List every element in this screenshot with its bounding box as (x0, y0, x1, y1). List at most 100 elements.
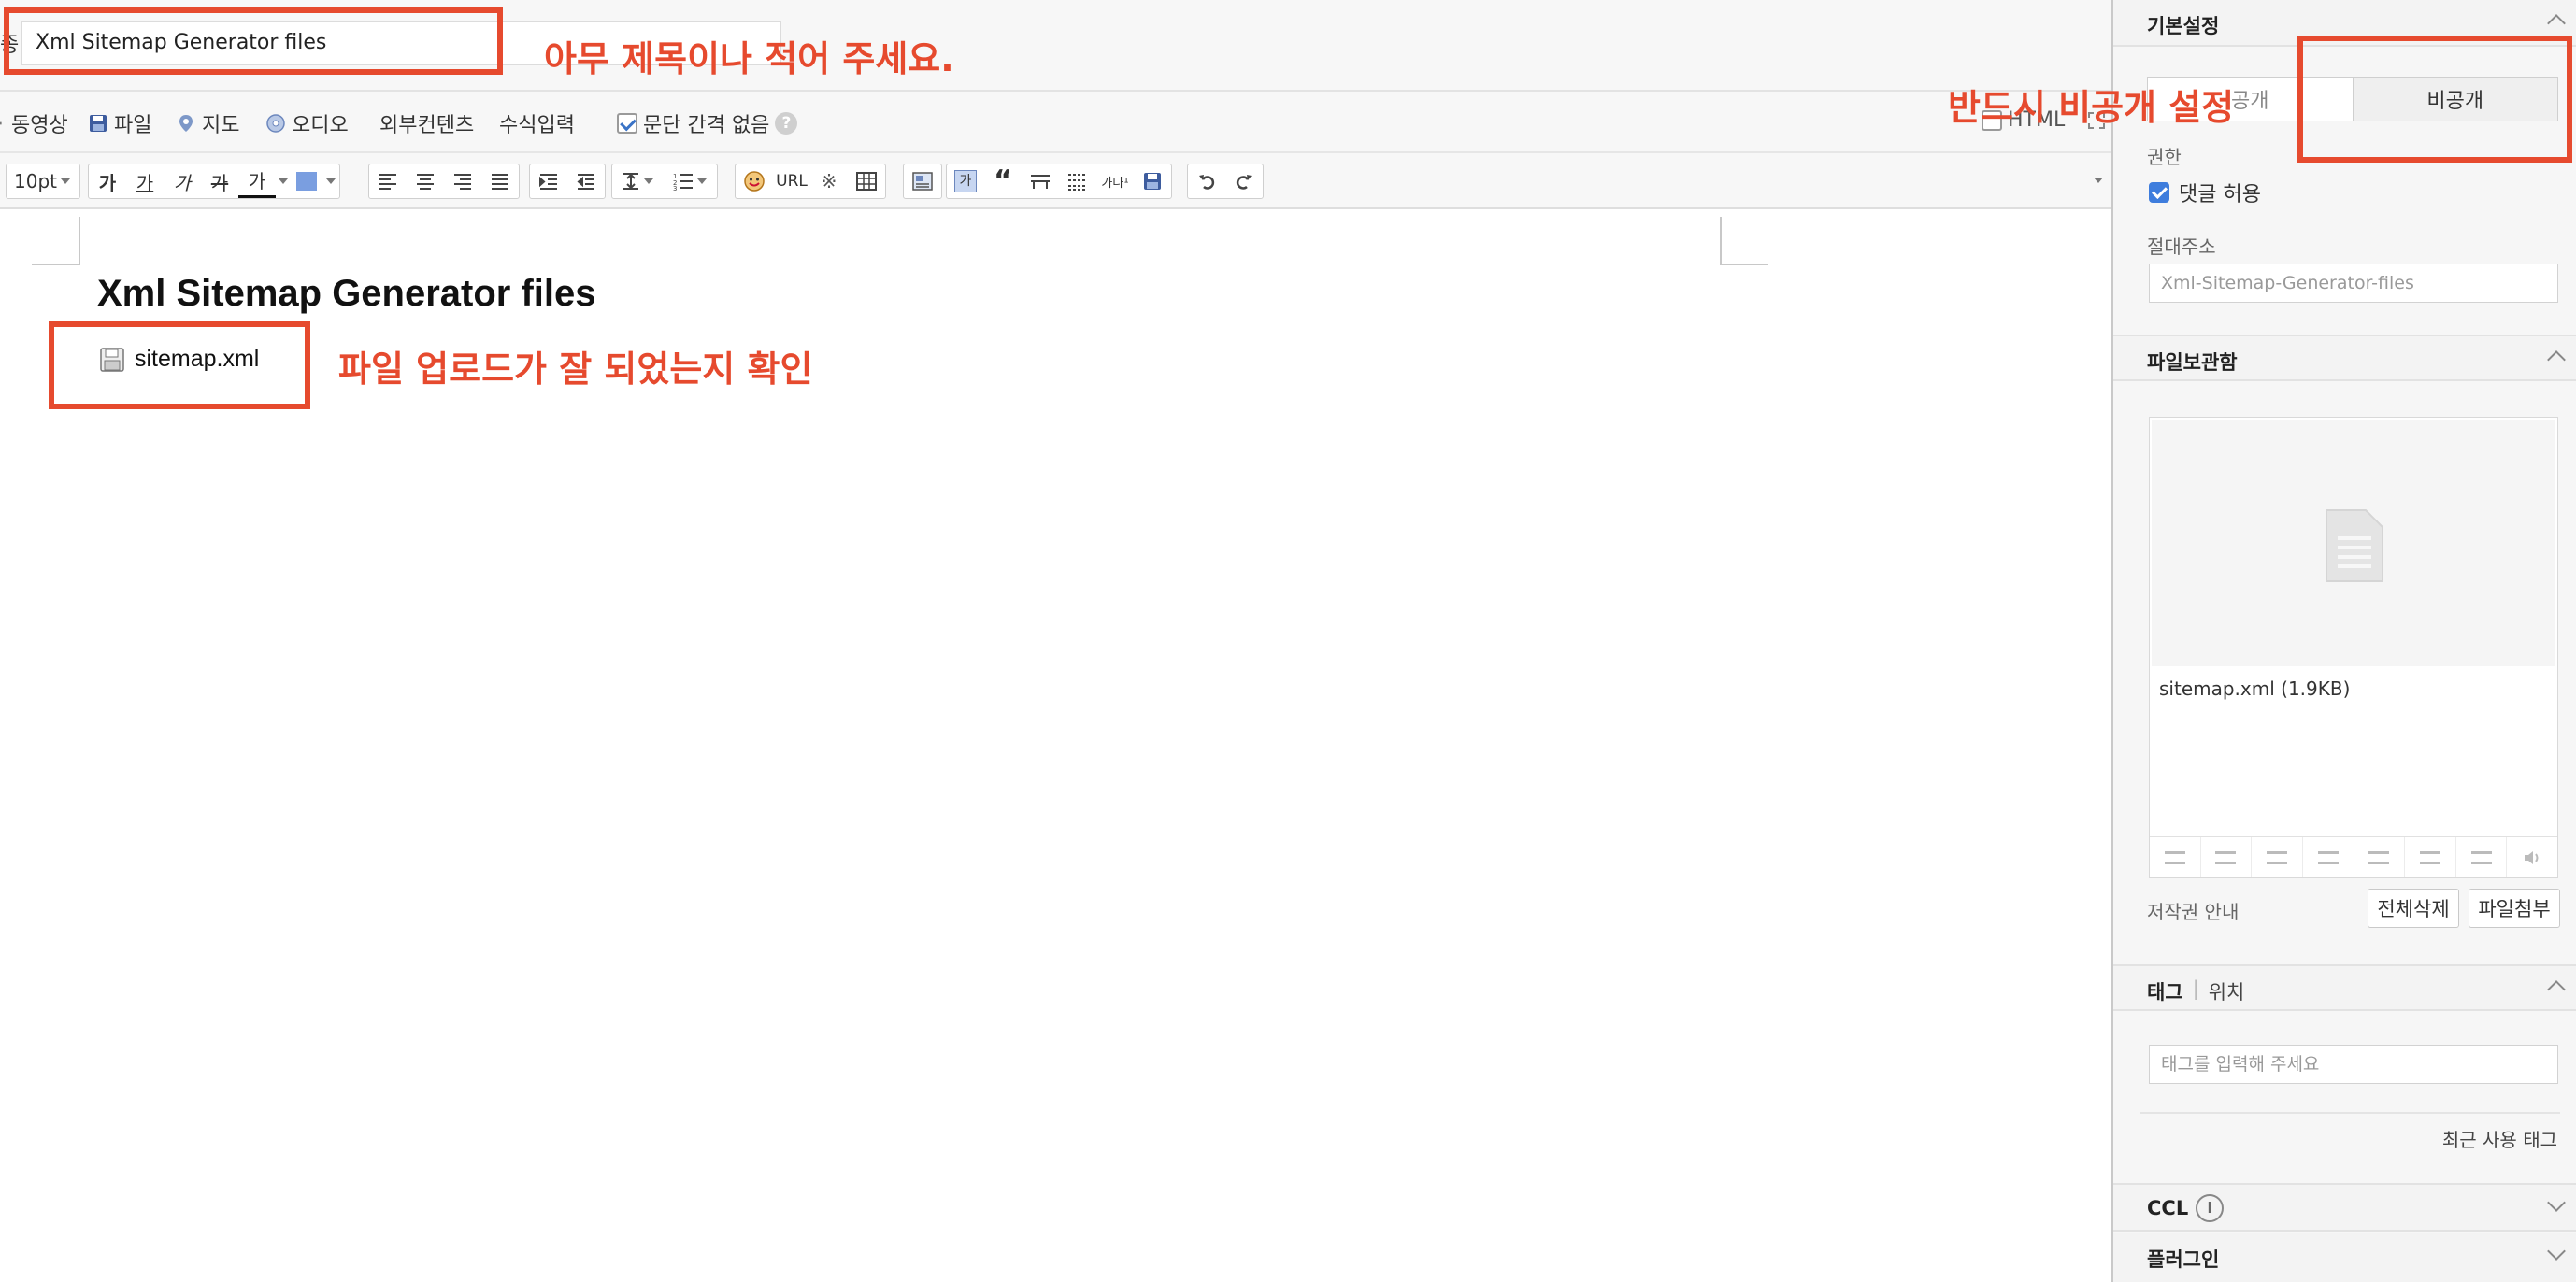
table-button[interactable] (848, 164, 885, 198)
format-toolbar: 10pt 가 가 가 가 가 123 URL ※ 가 “ 가나¹ (0, 153, 2111, 209)
insert-audio-player-button[interactable] (2507, 837, 2557, 877)
tab-tags[interactable]: 태그 (2147, 977, 2183, 1005)
insert-formula-button[interactable]: 수식입력 (499, 108, 575, 138)
recent-tags-link[interactable]: 최근 사용 태그 (2442, 1125, 2557, 1152)
highlight-dropdown[interactable] (322, 164, 339, 198)
emoticon-icon (744, 171, 765, 192)
undo-button[interactable] (1188, 164, 1225, 198)
title-highlight-box (4, 7, 503, 75)
highlight-color-icon (296, 172, 317, 191)
svg-text:3: 3 (673, 185, 677, 191)
ccl-title: CCL (2147, 1197, 2189, 1219)
insert-external-content-button[interactable]: 외부컨텐츠 (379, 108, 474, 138)
insert-external-content-label: 외부컨텐츠 (379, 114, 475, 137)
chevron-up-icon (2547, 980, 2566, 999)
page-break-button[interactable] (1059, 164, 1096, 198)
italic-button[interactable]: 가 (164, 164, 201, 198)
more-text-icon: 가나¹ (1101, 176, 1129, 191)
align-center-button[interactable] (407, 164, 444, 198)
insert-align-center-button[interactable] (2201, 837, 2253, 877)
strikethrough-button[interactable]: 가 (201, 164, 238, 198)
spacing-list-group: 123 (611, 164, 718, 199)
file-storage-entry[interactable]: sitemap.xml (1.9KB) (2159, 677, 2350, 700)
indent-group (529, 164, 606, 199)
highlight-button[interactable] (291, 164, 322, 198)
tag-input[interactable]: 태그를 입력해 주세요 (2149, 1045, 2558, 1084)
copyright-notice-link[interactable]: 저작권 안내 (2147, 897, 2239, 924)
insert-align-right-button[interactable] (2252, 837, 2303, 877)
allow-comments-option[interactable]: 댓글 허용 (2149, 178, 2261, 207)
font-color-dropdown[interactable] (276, 164, 291, 198)
tags-header[interactable]: 태그 | 위치 (2113, 964, 2576, 1011)
more-text-button[interactable]: 가나¹ (1096, 164, 1134, 198)
ccl-info-icon[interactable]: i (2196, 1194, 2225, 1222)
save-draft-button[interactable] (1134, 164, 1171, 198)
insert-video-label: 동영상 (11, 114, 68, 137)
file-storage-header[interactable]: 파일보관함 (2113, 335, 2576, 381)
ccl-header[interactable]: CCL i (2113, 1183, 2576, 1232)
delete-all-button[interactable]: 전체삭제 (2368, 889, 2459, 928)
permalink-input[interactable]: Xml-Sitemap-Generator-files (2149, 264, 2558, 303)
insert-map-button[interactable]: 지도 (176, 108, 239, 138)
font-color-button[interactable]: 가 (238, 164, 276, 198)
emoticon-button[interactable] (736, 164, 773, 198)
insert-formula-label: 수식입력 (499, 114, 575, 137)
attach-file-button[interactable]: 파일첨부 (2469, 889, 2560, 928)
insert-video-button[interactable]: 동영상 (0, 108, 68, 138)
quote-button[interactable]: “ (984, 164, 1022, 198)
insert-toolbar: 동영상 파일 지도 오디오 외부컨텐츠 수식입력 문단 간격 없음 ? HTML (0, 92, 2111, 153)
list-button[interactable]: 123 (663, 164, 717, 198)
outdent-button[interactable] (567, 164, 605, 198)
title-hint-annotation: 아무 제목이나 적어 주세요. (544, 38, 954, 79)
table-icon (856, 172, 877, 191)
align-right-icon (454, 174, 471, 190)
insert-group: URL ※ (735, 164, 886, 199)
paragraph-spacing-checkbox[interactable] (617, 113, 637, 134)
insert-two-column-button[interactable] (2354, 837, 2406, 877)
speaker-icon (2525, 850, 2539, 864)
divider-icon (1031, 175, 1050, 189)
box-style-button[interactable]: 가 (947, 164, 984, 198)
page-corner-right (1720, 217, 1768, 265)
help-icon[interactable]: ? (775, 112, 798, 135)
insert-map-label: 지도 (202, 114, 240, 137)
numbered-list-icon: 123 (673, 173, 693, 191)
link-button[interactable]: URL (773, 164, 810, 198)
allow-comments-label: 댓글 허용 (2179, 183, 2261, 207)
insert-gallery-button[interactable] (2456, 837, 2508, 877)
redo-button[interactable] (1225, 164, 1263, 198)
special-char-button[interactable]: ※ (810, 164, 848, 198)
divider-button[interactable] (1022, 164, 1059, 198)
insert-align-left-button[interactable] (2150, 837, 2201, 877)
bold-button[interactable]: 가 (89, 164, 126, 198)
insert-file-label: 파일 (114, 114, 152, 137)
tab-location[interactable]: 위치 (2209, 977, 2245, 1005)
align-left-icon (379, 174, 396, 190)
text-box-button[interactable] (904, 164, 941, 198)
plugin-header[interactable]: 플러그인 (2113, 1233, 2576, 1282)
font-size-select[interactable]: 10pt (6, 164, 80, 199)
allow-comments-checkbox[interactable] (2149, 182, 2169, 203)
editor-body[interactable]: Xml Sitemap Generator files sitemap.xml (0, 209, 2111, 1282)
paragraph-spacing-toggle[interactable]: 문단 간격 없음 ? (617, 108, 798, 138)
align-option-icon (2164, 850, 2185, 864)
text-box-icon (912, 172, 933, 191)
align-right-button[interactable] (444, 164, 481, 198)
indent-button[interactable] (530, 164, 567, 198)
line-height-button[interactable] (612, 164, 663, 198)
insert-wrap-left-button[interactable] (2303, 837, 2354, 877)
insert-audio-button[interactable]: 오디오 (265, 108, 349, 138)
insert-three-column-button[interactable] (2405, 837, 2456, 877)
tab-separator: | (2192, 977, 2199, 1000)
toolbar-collapse-icon[interactable] (2094, 178, 2103, 183)
chevron-down-icon (2547, 1242, 2566, 1261)
underline-button[interactable]: 가 (126, 164, 164, 198)
basic-settings-title: 기본설정 (2147, 15, 2220, 37)
insert-file-button[interactable]: 파일 (88, 108, 151, 138)
align-option-icon (2419, 850, 2440, 864)
align-left-button[interactable] (369, 164, 407, 198)
align-justify-button[interactable] (481, 164, 519, 198)
align-option-icon (2215, 850, 2237, 864)
history-group (1187, 164, 1264, 199)
file-storage-box: sitemap.xml (1.9KB) (2149, 417, 2558, 878)
